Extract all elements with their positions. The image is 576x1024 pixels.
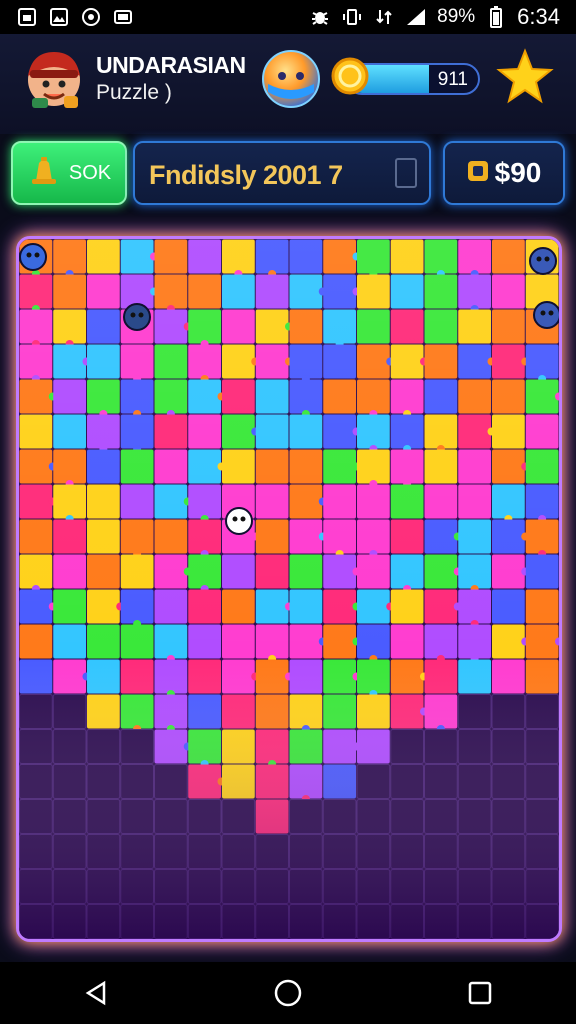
- player-name: UNDARASIAN: [96, 52, 246, 78]
- globe-icon[interactable]: [260, 48, 322, 110]
- level-checkbox[interactable]: [395, 158, 417, 188]
- money-value: $90: [494, 157, 542, 188]
- sok-button[interactable]: SOK: [11, 141, 127, 205]
- character-blue-corner-right: [529, 247, 557, 275]
- status-left: [16, 6, 134, 28]
- puzzle-grid[interactable]: [19, 239, 559, 939]
- data-icon: [373, 6, 395, 28]
- character-blue-corner-left: [19, 243, 47, 271]
- level-panel: Fndidsly 2001 7: [133, 141, 431, 205]
- character-white-clown: [225, 507, 253, 535]
- image-icon: [48, 6, 70, 28]
- home-icon[interactable]: [258, 968, 318, 1018]
- battery-text: 89%: [437, 6, 476, 27]
- gallery-icon: [16, 6, 38, 28]
- vibrate-icon: [341, 6, 363, 28]
- status-bar: 89% 6:34: [0, 0, 576, 34]
- recents-icon[interactable]: [450, 968, 510, 1018]
- character-blue-right: [533, 301, 559, 329]
- game-header: UNDARASIAN Puzzle ) 911: [0, 34, 576, 134]
- signal-icon: [405, 6, 427, 28]
- bell-icon: [27, 155, 61, 192]
- character-dark-blue: [123, 303, 151, 331]
- clock: 6:34: [517, 4, 560, 29]
- board-shade: [19, 239, 559, 939]
- coin-icon: [330, 56, 370, 96]
- coin-count: 911: [437, 69, 468, 90]
- money-icon: [467, 160, 489, 187]
- level-title: Fndidsly 2001 7: [149, 160, 343, 190]
- status-right: 89% 6:34: [309, 4, 560, 30]
- whatsapp-icon: [80, 6, 102, 28]
- puzzle-board[interactable]: [16, 236, 562, 942]
- navigation-bar: [0, 962, 576, 1024]
- battery-icon: [485, 6, 507, 28]
- toolbar: SOK Fndidsly 2001 7 $90: [0, 134, 576, 214]
- star-icon[interactable]: [496, 48, 554, 106]
- money-panel[interactable]: $90: [443, 141, 565, 205]
- sok-label: SOK: [68, 161, 112, 184]
- player-subtitle: Puzzle ): [96, 81, 172, 104]
- bug-icon: [309, 6, 331, 28]
- avatar[interactable]: [22, 46, 86, 110]
- tv-icon: [112, 6, 134, 28]
- back-icon[interactable]: [66, 968, 126, 1018]
